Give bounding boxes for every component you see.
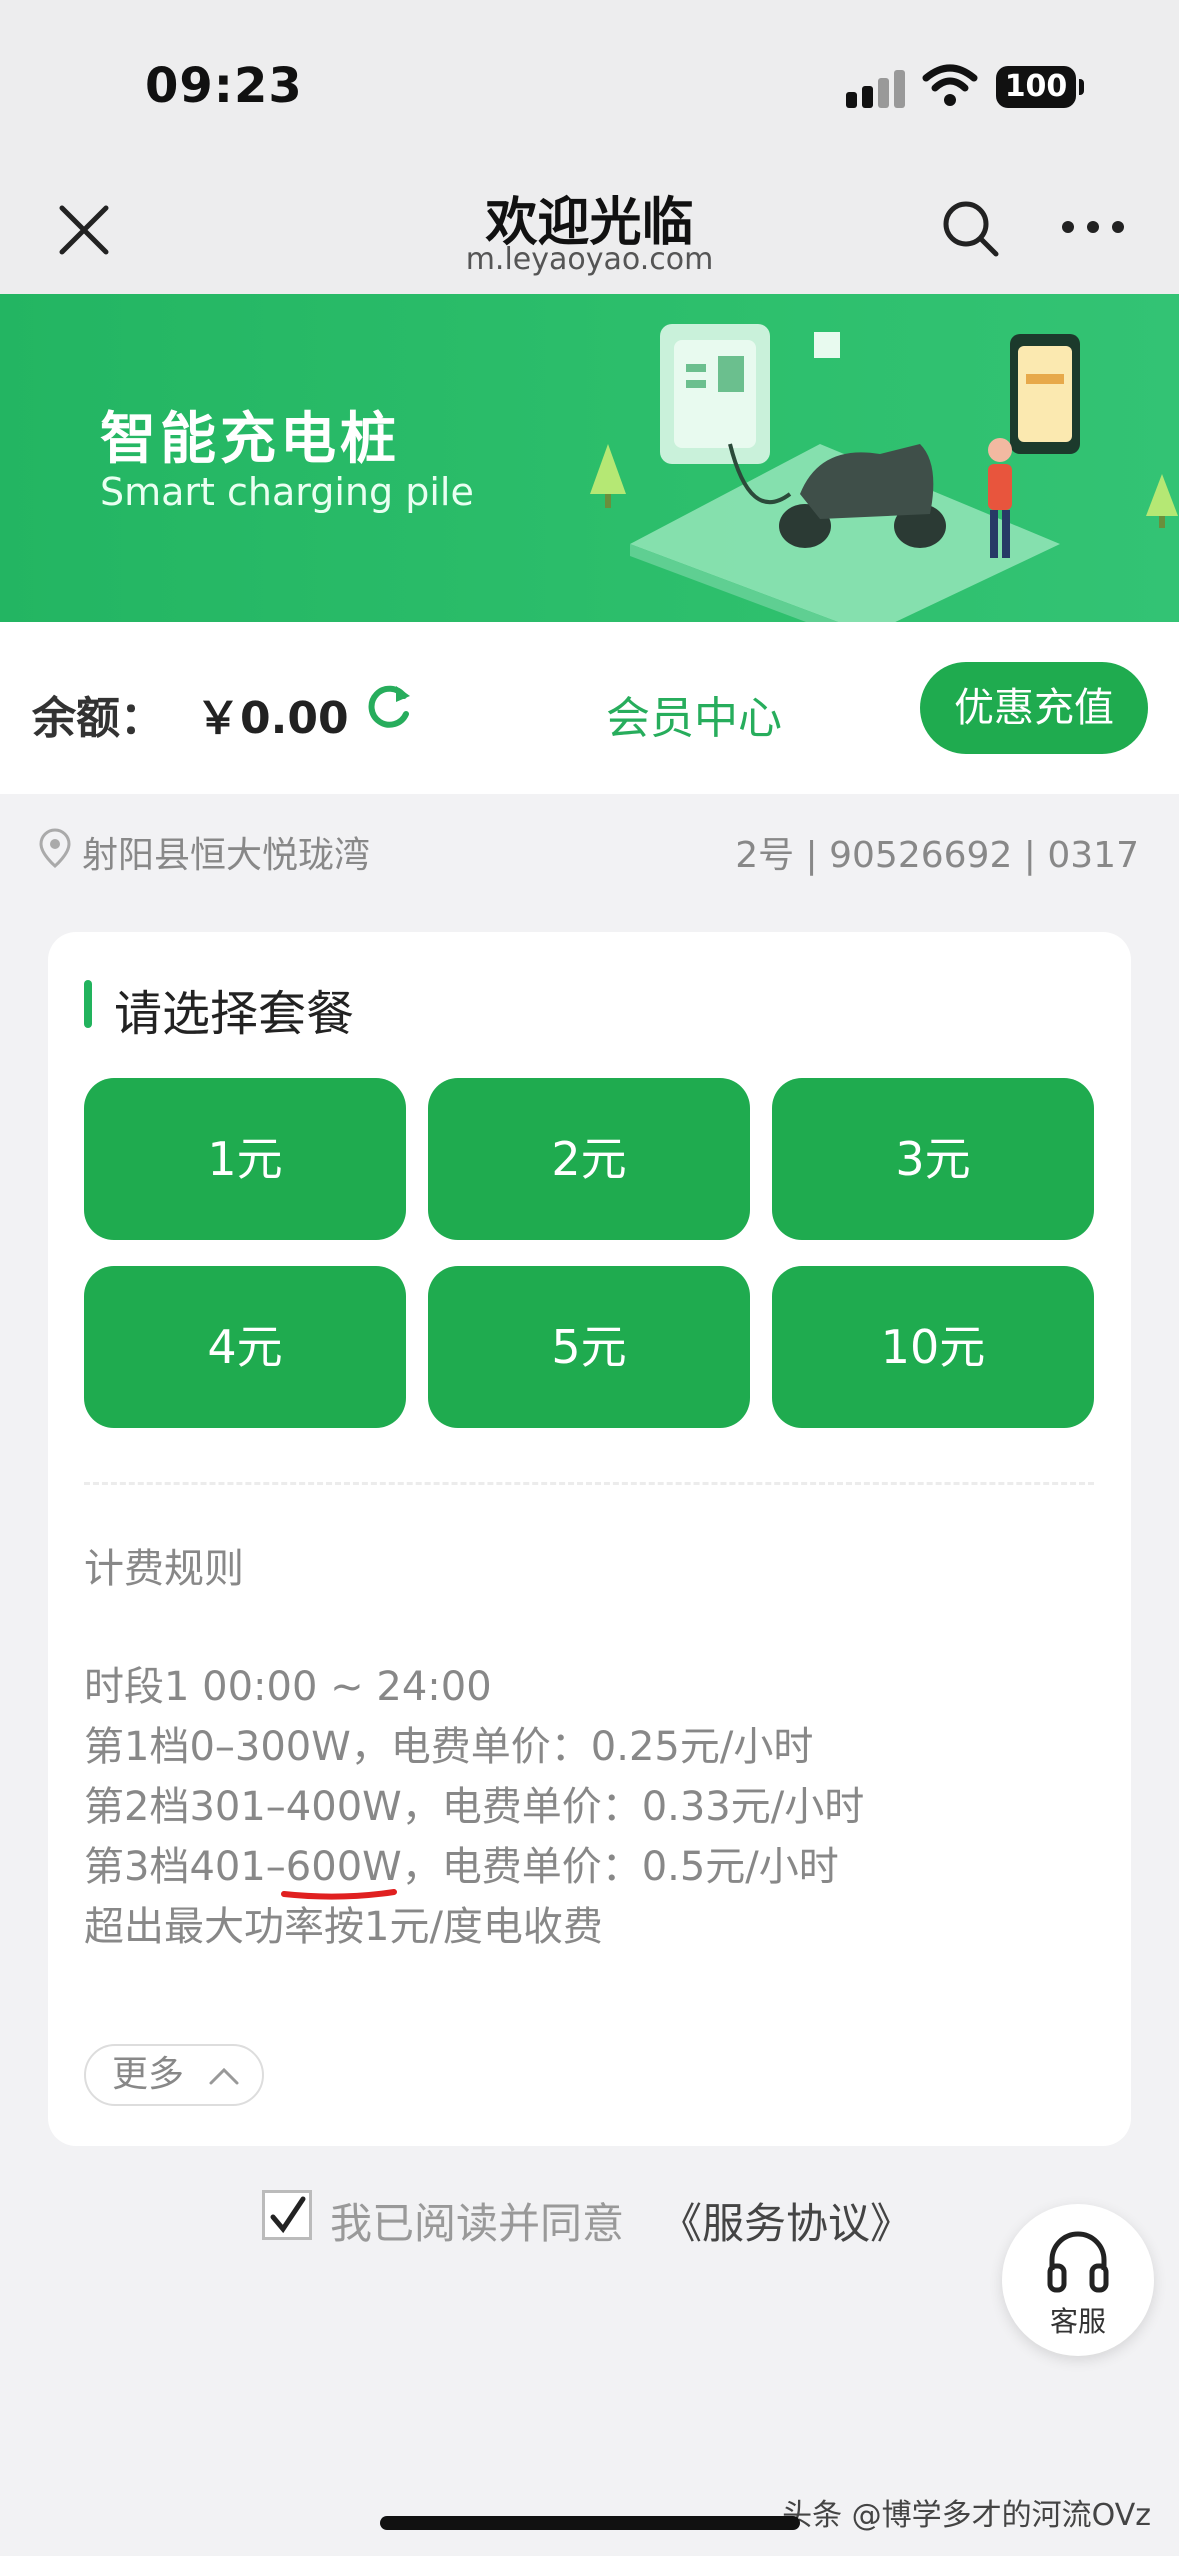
more-rules-label: 更多 bbox=[112, 2054, 185, 2095]
banner-title: 智能充电桩 bbox=[100, 407, 400, 472]
recharge-button[interactable]: 优惠充值 bbox=[920, 662, 1148, 754]
agreement-text: 我已阅读并同意 bbox=[330, 2199, 625, 2248]
refresh-icon[interactable] bbox=[362, 680, 414, 732]
page-url: m.leyaoyao.com bbox=[465, 242, 714, 277]
headset-icon bbox=[1047, 2231, 1109, 2293]
billing-rules-title: 计费规则 bbox=[84, 1546, 244, 1592]
balance-value: ￥0.00 bbox=[196, 693, 349, 744]
member-center-link[interactable]: 会员中心 bbox=[606, 682, 782, 746]
watermark: 头条 @博学多才的河流OVz bbox=[782, 2498, 1151, 2533]
chevron-up-icon bbox=[209, 2067, 239, 2085]
device-info: 2号 | 90526692 | 0317 bbox=[735, 835, 1139, 876]
package-section-title: 请选择套餐 bbox=[114, 986, 355, 1042]
package-option[interactable]: 1元 bbox=[84, 1078, 406, 1240]
package-option[interactable]: 2元 bbox=[428, 1078, 750, 1240]
section-accent-bar bbox=[84, 980, 92, 1028]
home-indicator[interactable] bbox=[380, 2516, 800, 2530]
charging-station-illustration bbox=[590, 324, 1178, 622]
billing-rule-line: 超出最大功率按1元/度电收费 bbox=[84, 1904, 603, 1950]
package-option[interactable]: 10元 bbox=[772, 1266, 1094, 1428]
balance-label: 余额： bbox=[32, 693, 164, 744]
browser-nav-bar: 欢迎光临 m.leyaoyao.com bbox=[0, 160, 1179, 294]
status-bar: 09:23 100 bbox=[0, 0, 1179, 160]
more-options-icon[interactable] bbox=[1060, 212, 1126, 242]
balance-row: 余额： ￥0.00 会员中心 优惠充值 bbox=[0, 622, 1179, 794]
package-option[interactable]: 4元 bbox=[84, 1266, 406, 1428]
package-option[interactable]: 5元 bbox=[428, 1266, 750, 1428]
checkmark-icon bbox=[270, 2196, 306, 2234]
wifi-icon bbox=[922, 64, 978, 106]
promo-banner: 智能充电桩 Smart charging pile bbox=[0, 294, 1179, 622]
customer-service-label: 客服 bbox=[1049, 2305, 1106, 2338]
agreement-checkbox[interactable] bbox=[262, 2190, 312, 2240]
cellular-signal-icon bbox=[846, 68, 906, 108]
search-icon[interactable] bbox=[938, 196, 1002, 260]
billing-rule-line: 第2档301–400W，电费单价：0.33元/小时 bbox=[84, 1784, 865, 1830]
banner-subtitle: Smart charging pile bbox=[100, 470, 474, 514]
status-time: 09:23 bbox=[145, 58, 303, 114]
location-pin-icon bbox=[39, 828, 71, 868]
package-card: 请选择套餐 1元 2元 3元 4元 5元 10元 计费规则 时段1 00:00 … bbox=[48, 932, 1131, 2146]
battery-indicator: 100 bbox=[996, 66, 1084, 108]
customer-service-button[interactable]: 客服 bbox=[1002, 2204, 1154, 2356]
billing-rule-line: 时段1 00:00 ~ 24:00 bbox=[84, 1664, 492, 1710]
billing-rule-line: 第1档0–300W，电费单价：0.25元/小时 bbox=[84, 1724, 814, 1770]
red-underline-mark bbox=[281, 1889, 397, 1900]
billing-rule-line: 第3档401–600W，电费单价：0.5元/小时 bbox=[84, 1844, 839, 1890]
station-location: 射阳县恒大悦珑湾 bbox=[82, 835, 371, 876]
dashed-divider bbox=[84, 1482, 1094, 1485]
service-agreement-link[interactable]: 《服务协议》 bbox=[660, 2190, 912, 2251]
package-option[interactable]: 3元 bbox=[772, 1078, 1094, 1240]
more-rules-button[interactable]: 更多 bbox=[84, 2044, 264, 2106]
